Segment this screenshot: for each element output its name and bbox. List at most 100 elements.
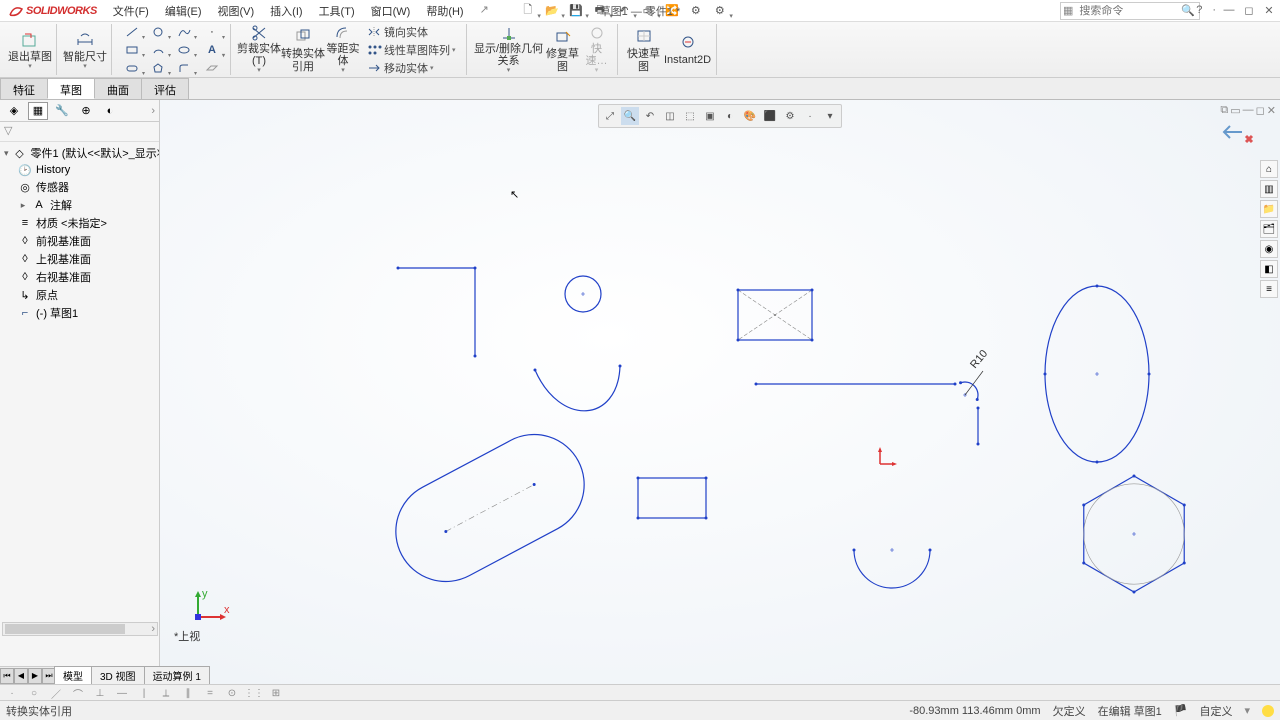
repair-button[interactable]: 修复草图 bbox=[545, 25, 581, 75]
slot-tool-icon[interactable] bbox=[120, 60, 144, 76]
menu-tools[interactable]: 工具(T) bbox=[311, 3, 363, 19]
menu-window[interactable]: 窗口(W) bbox=[363, 3, 419, 19]
taskpane-view-icon[interactable]: ◉ bbox=[1260, 240, 1278, 258]
plane-tool-icon[interactable] bbox=[200, 60, 224, 76]
spline-tool-icon[interactable] bbox=[172, 24, 196, 40]
tab-sketch[interactable]: 草图 bbox=[47, 78, 95, 99]
st-grid-icon[interactable]: ⊞ bbox=[268, 687, 284, 701]
text-tool-icon[interactable]: A bbox=[200, 42, 224, 58]
pattern-button[interactable]: 线性草图阵列▾ bbox=[363, 42, 460, 58]
status-rebuild-icon[interactable] bbox=[1262, 705, 1274, 717]
taskpane-home-icon[interactable]: ⌂ bbox=[1260, 160, 1278, 178]
panel-tab-config-icon[interactable]: ⊕ bbox=[76, 102, 96, 120]
relations-button[interactable]: 显示/删除几何关系 ▾ bbox=[473, 25, 545, 75]
taskpane-custom-icon[interactable]: ≡ bbox=[1260, 280, 1278, 298]
taskpane-appearance-icon[interactable]: ◧ bbox=[1260, 260, 1278, 278]
model-tab-3dview[interactable]: 3D 视图 bbox=[91, 666, 145, 685]
menu-file[interactable]: 文件(F) bbox=[105, 3, 157, 19]
line-tool-icon[interactable] bbox=[120, 24, 144, 40]
st-horiz-icon[interactable]: — bbox=[114, 687, 130, 701]
st-line-icon[interactable]: ／ bbox=[48, 687, 64, 701]
tree-material[interactable]: ≡材质 <未指定> bbox=[0, 214, 159, 232]
tree-root[interactable]: ▾ ◇ 零件1 (默认<<默认>_显示状态 bbox=[0, 144, 159, 162]
taskpane-explorer-icon[interactable]: 🗂 bbox=[1260, 220, 1278, 238]
tree-collapse-icon[interactable]: ▾ bbox=[4, 148, 9, 159]
point-tool-icon[interactable]: · bbox=[200, 24, 224, 40]
tab-evaluate[interactable]: 评估 bbox=[141, 78, 189, 99]
menu-insert[interactable]: 插入(I) bbox=[262, 3, 310, 19]
task-pane-tabs: ⌂ ▥ 📁 🗂 ◉ ◧ ≡ bbox=[1260, 160, 1278, 298]
close-icon[interactable]: ✕ bbox=[1262, 4, 1276, 17]
qat-save-icon[interactable]: 💾 bbox=[565, 2, 587, 20]
tree-front-plane[interactable]: ◊前视基准面 bbox=[0, 232, 159, 250]
circle-tool-icon[interactable] bbox=[146, 24, 170, 40]
tab-surfaces[interactable]: 曲面 bbox=[94, 78, 142, 99]
status-unit[interactable]: 自定义 bbox=[1199, 703, 1232, 719]
convert-button[interactable]: 转换实体引用 bbox=[281, 25, 325, 75]
st-parallel-icon[interactable]: ∥ bbox=[180, 687, 196, 701]
taskpane-resources-icon[interactable]: ▥ bbox=[1260, 180, 1278, 198]
smart-dimension-button[interactable]: 智能尺寸 ▾ bbox=[63, 25, 107, 75]
taskpane-library-icon[interactable]: 📁 bbox=[1260, 200, 1278, 218]
relations-label: 显示/删除几何关系 bbox=[473, 43, 545, 67]
move-button[interactable]: 移动实体▾ bbox=[363, 60, 460, 76]
graphics-area[interactable]: ⤢ 🔍 ↶ ◫ ⬚ ▣ ◐ 🎨 ⬛ ⚙ · ▾ ⧉ ▭ — ◻ ✕ R bbox=[160, 100, 1280, 692]
status-dropdown-icon[interactable]: ▾ bbox=[1244, 704, 1250, 717]
sheet-nav-prev-icon[interactable]: ◀ bbox=[14, 668, 28, 684]
panel-tab-assembly-icon[interactable]: ◈ bbox=[4, 102, 24, 120]
tab-features[interactable]: 特征 bbox=[0, 78, 48, 99]
instant2d-button[interactable]: Instant2D bbox=[664, 25, 712, 75]
menu-edit[interactable]: 编辑(E) bbox=[157, 3, 210, 19]
rapid-sketch-button[interactable]: 快速草图 bbox=[624, 25, 664, 75]
offset-button[interactable]: 等距实体 ▾ bbox=[325, 25, 361, 75]
polygon-tool-icon[interactable] bbox=[146, 60, 170, 76]
maximize-icon[interactable]: ◻ bbox=[1242, 4, 1256, 17]
model-tab-motion[interactable]: 运动算例 1 bbox=[144, 666, 210, 685]
st-arc-icon[interactable]: ⌒ bbox=[70, 687, 86, 701]
panel-tab-feature-icon[interactable]: ▦ bbox=[28, 102, 48, 120]
st-equal-icon[interactable]: = bbox=[202, 687, 218, 701]
tree-origin[interactable]: ↳原点 bbox=[0, 286, 159, 304]
panel-scrollbar[interactable]: › bbox=[2, 622, 158, 636]
fillet-tool-icon[interactable] bbox=[172, 60, 196, 76]
qat-new-icon[interactable]: 🗋 bbox=[517, 2, 539, 20]
st-pattern-icon[interactable]: ⋮⋮ bbox=[246, 687, 262, 701]
panel-tab-display-icon[interactable]: ◐ bbox=[100, 102, 120, 120]
tree-annotations[interactable]: ▸A注解 bbox=[0, 196, 159, 214]
st-vert-icon[interactable]: | bbox=[136, 687, 152, 701]
status-flag-icon[interactable]: 🏴 bbox=[1174, 704, 1188, 717]
st-coincident-icon[interactable]: ⊙ bbox=[224, 687, 240, 701]
menu-help[interactable]: 帮助(H) bbox=[418, 3, 471, 19]
tree-sensors[interactable]: ◎传感器 bbox=[0, 178, 159, 196]
tree-expand-icon[interactable]: ▸ bbox=[18, 200, 28, 211]
st-point-icon[interactable]: · bbox=[4, 687, 20, 701]
panel-tab-property-icon[interactable]: 🔧 bbox=[52, 102, 72, 120]
filter-icon[interactable]: ▽ bbox=[4, 125, 12, 137]
st-circle-icon[interactable]: ○ bbox=[26, 687, 42, 701]
arc-tool-icon[interactable] bbox=[146, 42, 170, 58]
help-icon[interactable]: ? bbox=[1192, 4, 1206, 17]
menu-view[interactable]: 视图(V) bbox=[210, 3, 263, 19]
st-perp-icon[interactable]: ⟂ bbox=[158, 687, 174, 701]
tree-history[interactable]: 🕑History bbox=[0, 162, 159, 178]
rectangle-tool-icon[interactable] bbox=[120, 42, 144, 58]
tree-right-plane[interactable]: ◊右视基准面 bbox=[0, 268, 159, 286]
exit-sketch-button[interactable]: 退出草图 ▾ bbox=[8, 25, 52, 75]
mirror-button[interactable]: 镜向实体 bbox=[363, 24, 460, 40]
ribbon: 退出草图 ▾ 智能尺寸 ▾ bbox=[0, 22, 1280, 78]
tree-sketch1[interactable]: ⌐(-) 草图1 bbox=[0, 304, 159, 322]
minimize-icon[interactable]: — bbox=[1222, 4, 1236, 17]
ellipse-tool-icon[interactable] bbox=[172, 42, 196, 58]
menu-pin-icon[interactable]: ↗ bbox=[472, 3, 497, 19]
sheet-nav-next-icon[interactable]: ▶ bbox=[28, 668, 42, 684]
qat-open-icon[interactable]: 📂 bbox=[541, 2, 563, 20]
quick-snap-button[interactable]: 快速… ▾ bbox=[581, 25, 613, 75]
trim-button[interactable]: 剪裁实体(T) ▾ bbox=[237, 25, 281, 75]
qat-settings-icon[interactable]: ⚙ bbox=[709, 2, 731, 20]
model-tab-model[interactable]: 模型 bbox=[54, 666, 92, 685]
panel-expand-icon[interactable]: › bbox=[151, 105, 155, 117]
st-tangent-icon[interactable]: ⊥ bbox=[92, 687, 108, 701]
sheet-nav-first-icon[interactable]: ⏮ bbox=[0, 668, 14, 684]
search-input[interactable] bbox=[1075, 5, 1177, 17]
tree-top-plane[interactable]: ◊上视基准面 bbox=[0, 250, 159, 268]
